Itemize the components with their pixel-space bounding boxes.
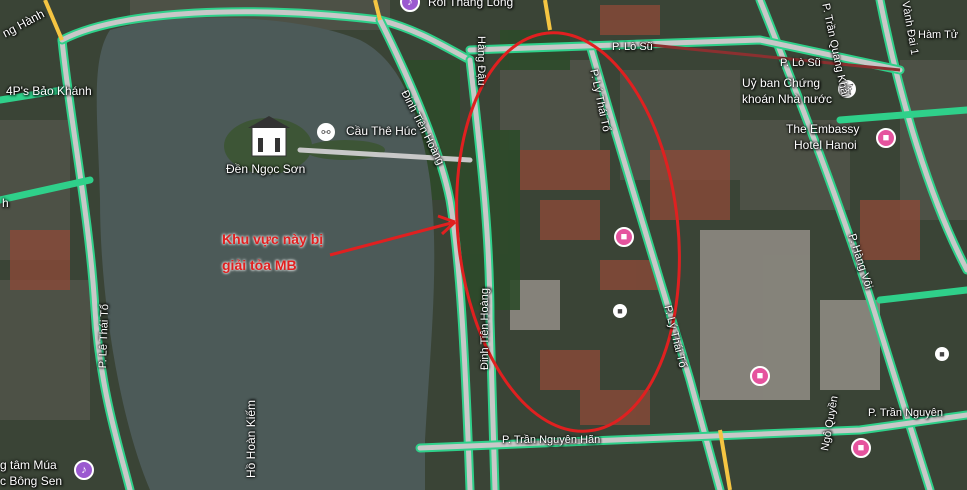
annotation-line2: giải tỏa MB (222, 257, 297, 273)
label-tran-nguyen-han-bottom: P. Trần Nguyên Hãn (502, 434, 601, 446)
label-left-h: h (2, 196, 9, 210)
label-embassy-line1[interactable]: The Embassy (786, 122, 859, 136)
theater-icon[interactable]: ♪ (74, 460, 94, 480)
label-lo-su-left: P. Lò Sũ (612, 41, 653, 53)
label-den-ngoc-son[interactable]: Đền Ngọc Sơn (226, 162, 305, 176)
label-mua-line2[interactable]: c Bông Sen (0, 474, 62, 488)
annotation-text: Khu vực này bị giải tỏa MB (222, 226, 323, 278)
label-ham-tu: Hàm Tử (918, 29, 959, 41)
label-uy-ban-line1[interactable]: Uỷ ban Chứng (742, 76, 820, 90)
label-tran-nguyen-han-right: P. Trần Nguyên (868, 407, 944, 419)
hotel-icon[interactable]: ■ (876, 128, 896, 148)
bus-stop-icon[interactable]: ■ (613, 304, 627, 318)
label-embassy-line2[interactable]: Hotel Hanoi (794, 138, 857, 152)
bridge-icon[interactable]: ⚯ (317, 123, 335, 141)
label-ho-hoan-kiem: Hồ Hoàn Kiếm (244, 399, 258, 478)
hotel-icon[interactable]: ■ (750, 366, 770, 386)
hotel-icon[interactable]: ■ (851, 438, 871, 458)
label-le-thai-to: P. Lê Thái Tổ (96, 303, 112, 369)
label-hang-dau: Hàng Đậu (475, 36, 487, 86)
label-uy-ban-line2[interactable]: khoán Nhà nước (742, 92, 832, 106)
label-cau-the-huc[interactable]: Cầu Thê Húc (346, 124, 416, 138)
label-mua-line1[interactable]: g tâm Múa (0, 458, 57, 472)
label-dinh-tien-hoang-bottom: Đinh Tiên Hoàng (479, 288, 491, 370)
bus-stop-icon[interactable]: ■ (935, 347, 949, 361)
label-lo-su-right: P. Lò Sũ (780, 57, 821, 69)
hotel-icon[interactable]: ■ (614, 227, 634, 247)
label-bao-khanh[interactable]: 4P's Bảo Khánh (6, 84, 92, 98)
label-roi-thang-long[interactable]: Rối Thăng Long (428, 0, 513, 9)
annotation-line1: Khu vực này bị (222, 231, 324, 247)
satellite-map[interactable]: ⚯ ⛩ ■ ■ ■ ■ ♪ ■ ■ ♪ Rối Thăng Long ng Hà… (0, 0, 967, 490)
